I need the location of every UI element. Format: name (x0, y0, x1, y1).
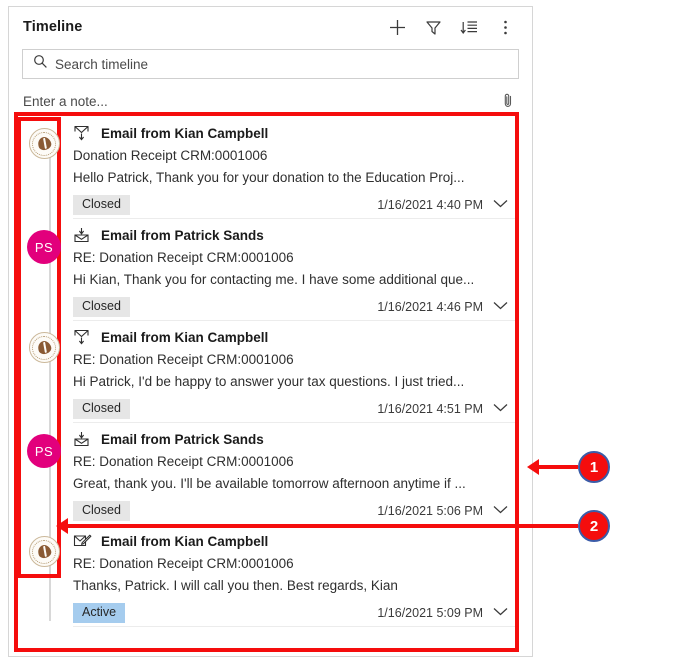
entry-header: Email from Patrick Sands (73, 224, 509, 246)
avatar-column (15, 122, 73, 216)
avatar-column: PS (15, 428, 73, 522)
page-title: Timeline (23, 19, 83, 35)
entry-preview: Thanks, Patrick. I will call you then. B… (73, 578, 398, 593)
entry-footer: Closed 1/16/2021 4:40 PM (73, 194, 509, 216)
entry-footer: Closed 1/16/2021 4:51 PM (73, 398, 509, 420)
entry-subject: Donation Receipt CRM:0001006 (73, 148, 268, 163)
entry-header: Email from Kian Campbell (73, 530, 509, 552)
filter-button[interactable] (416, 11, 450, 43)
avatar-column: PS (15, 224, 73, 318)
status-badge: Closed (73, 399, 130, 419)
email-draft-icon (73, 533, 92, 549)
email-received-icon (73, 227, 92, 243)
entry-header: Email from Patrick Sands (73, 428, 509, 450)
email-sent-icon (73, 329, 92, 345)
entry-title: Email from Patrick Sands (101, 431, 264, 447)
entry-timestamp: 1/16/2021 4:40 PM (377, 198, 483, 212)
paperclip-icon (501, 92, 516, 112)
entry-title: Email from Kian Campbell (101, 533, 269, 549)
timeline-entry[interactable]: Email from Kian Campbell RE: Donation Re… (15, 525, 523, 627)
avatar-column (15, 326, 73, 420)
note-entry-row[interactable] (22, 88, 519, 116)
status-badge: Closed (73, 297, 130, 317)
filter-icon (424, 18, 443, 37)
timeline-header: Timeline (9, 7, 532, 47)
entry-body: Email from Kian Campbell RE: Donation Re… (73, 530, 515, 624)
email-received-icon (73, 431, 92, 447)
annotation-leader-line-1 (534, 465, 578, 469)
avatar (28, 128, 60, 159)
entry-subject: RE: Donation Receipt CRM:0001006 (73, 556, 294, 571)
chevron-down-icon[interactable] (492, 400, 509, 418)
sort-button[interactable] (452, 11, 486, 43)
status-badge: Active (73, 603, 126, 623)
entry-meta: 1/16/2021 5:06 PM (377, 502, 509, 520)
entry-timestamp: 1/16/2021 5:09 PM (377, 606, 483, 620)
entry-preview: Great, thank you. I'll be available tomo… (73, 476, 466, 491)
entry-footer: Closed 1/16/2021 5:06 PM (73, 500, 509, 522)
entry-body: Email from Kian Campbell RE: Donation Re… (73, 326, 515, 420)
plus-icon (388, 18, 407, 37)
entry-timestamp: 1/16/2021 4:51 PM (377, 402, 483, 416)
avatar (28, 332, 60, 363)
entry-meta: 1/16/2021 4:51 PM (377, 400, 509, 418)
timeline-list[interactable]: Email from Kian Campbell Donation Receip… (15, 117, 523, 647)
entry-meta: 1/16/2021 5:09 PM (377, 604, 509, 622)
email-sent-icon (73, 125, 92, 141)
avatar (28, 536, 60, 567)
entry-preview: Hello Patrick, Thank you for your donati… (73, 170, 465, 185)
search-box[interactable] (22, 49, 519, 79)
entry-footer: Active 1/16/2021 5:09 PM (73, 602, 509, 624)
entry-separator (73, 626, 515, 627)
sort-descending-icon (460, 18, 479, 37)
chevron-down-icon[interactable] (492, 502, 509, 520)
entry-preview: Hi Patrick, I'd be happy to answer your … (73, 374, 465, 389)
annotation-marker-2: 2 (578, 510, 610, 542)
entry-body: Email from Patrick Sands RE: Donation Re… (73, 224, 515, 318)
avatar: PS (27, 434, 61, 468)
search-icon (33, 54, 48, 74)
entry-preview: Hi Kian, Thank you for contacting me. I … (73, 272, 475, 287)
entry-header: Email from Kian Campbell (73, 122, 509, 144)
entry-title: Email from Patrick Sands (101, 227, 264, 243)
timeline-panel: Timeline Search timeline Enter a note...… (8, 6, 533, 657)
note-input[interactable] (22, 94, 497, 109)
status-badge: Closed (73, 501, 130, 521)
timeline-list-inner: Email from Kian Campbell Donation Receip… (15, 117, 523, 627)
status-badge: Closed (73, 195, 130, 215)
avatar-column (15, 530, 73, 624)
entry-timestamp: 1/16/2021 4:46 PM (377, 300, 483, 314)
chevron-down-icon[interactable] (492, 604, 509, 622)
chevron-down-icon[interactable] (492, 196, 509, 214)
timeline-entry[interactable]: Email from Kian Campbell Donation Receip… (15, 117, 523, 219)
entry-header: Email from Kian Campbell (73, 326, 509, 348)
timeline-entry[interactable]: PS Email from Patrick Sands RE: Donation… (15, 219, 523, 321)
timeline-entry[interactable]: PS Email from Patrick Sands RE: Donation… (15, 423, 523, 525)
search-area (9, 47, 532, 79)
entry-title: Email from Kian Campbell (101, 125, 269, 141)
avatar: PS (27, 230, 61, 264)
entry-body: Email from Kian Campbell Donation Receip… (73, 122, 515, 216)
entry-subject: RE: Donation Receipt CRM:0001006 (73, 250, 294, 265)
entry-subject: RE: Donation Receipt CRM:0001006 (73, 454, 294, 469)
attach-file-button[interactable] (497, 90, 519, 114)
more-vertical-icon (496, 18, 515, 37)
entry-subject: RE: Donation Receipt CRM:0001006 (73, 352, 294, 367)
search-input[interactable] (55, 56, 510, 72)
entry-body: Email from Patrick Sands RE: Donation Re… (73, 428, 515, 522)
entry-timestamp: 1/16/2021 5:06 PM (377, 504, 483, 518)
entry-footer: Closed 1/16/2021 4:46 PM (73, 296, 509, 318)
header-action-group (380, 11, 522, 43)
chevron-down-icon[interactable] (492, 298, 509, 316)
more-commands-button[interactable] (488, 11, 522, 43)
add-record-button[interactable] (380, 11, 414, 43)
timeline-entry[interactable]: Email from Kian Campbell RE: Donation Re… (15, 321, 523, 423)
entry-title: Email from Kian Campbell (101, 329, 269, 345)
annotation-marker-1: 1 (578, 451, 610, 483)
entry-meta: 1/16/2021 4:46 PM (377, 298, 509, 316)
entry-meta: 1/16/2021 4:40 PM (377, 196, 509, 214)
